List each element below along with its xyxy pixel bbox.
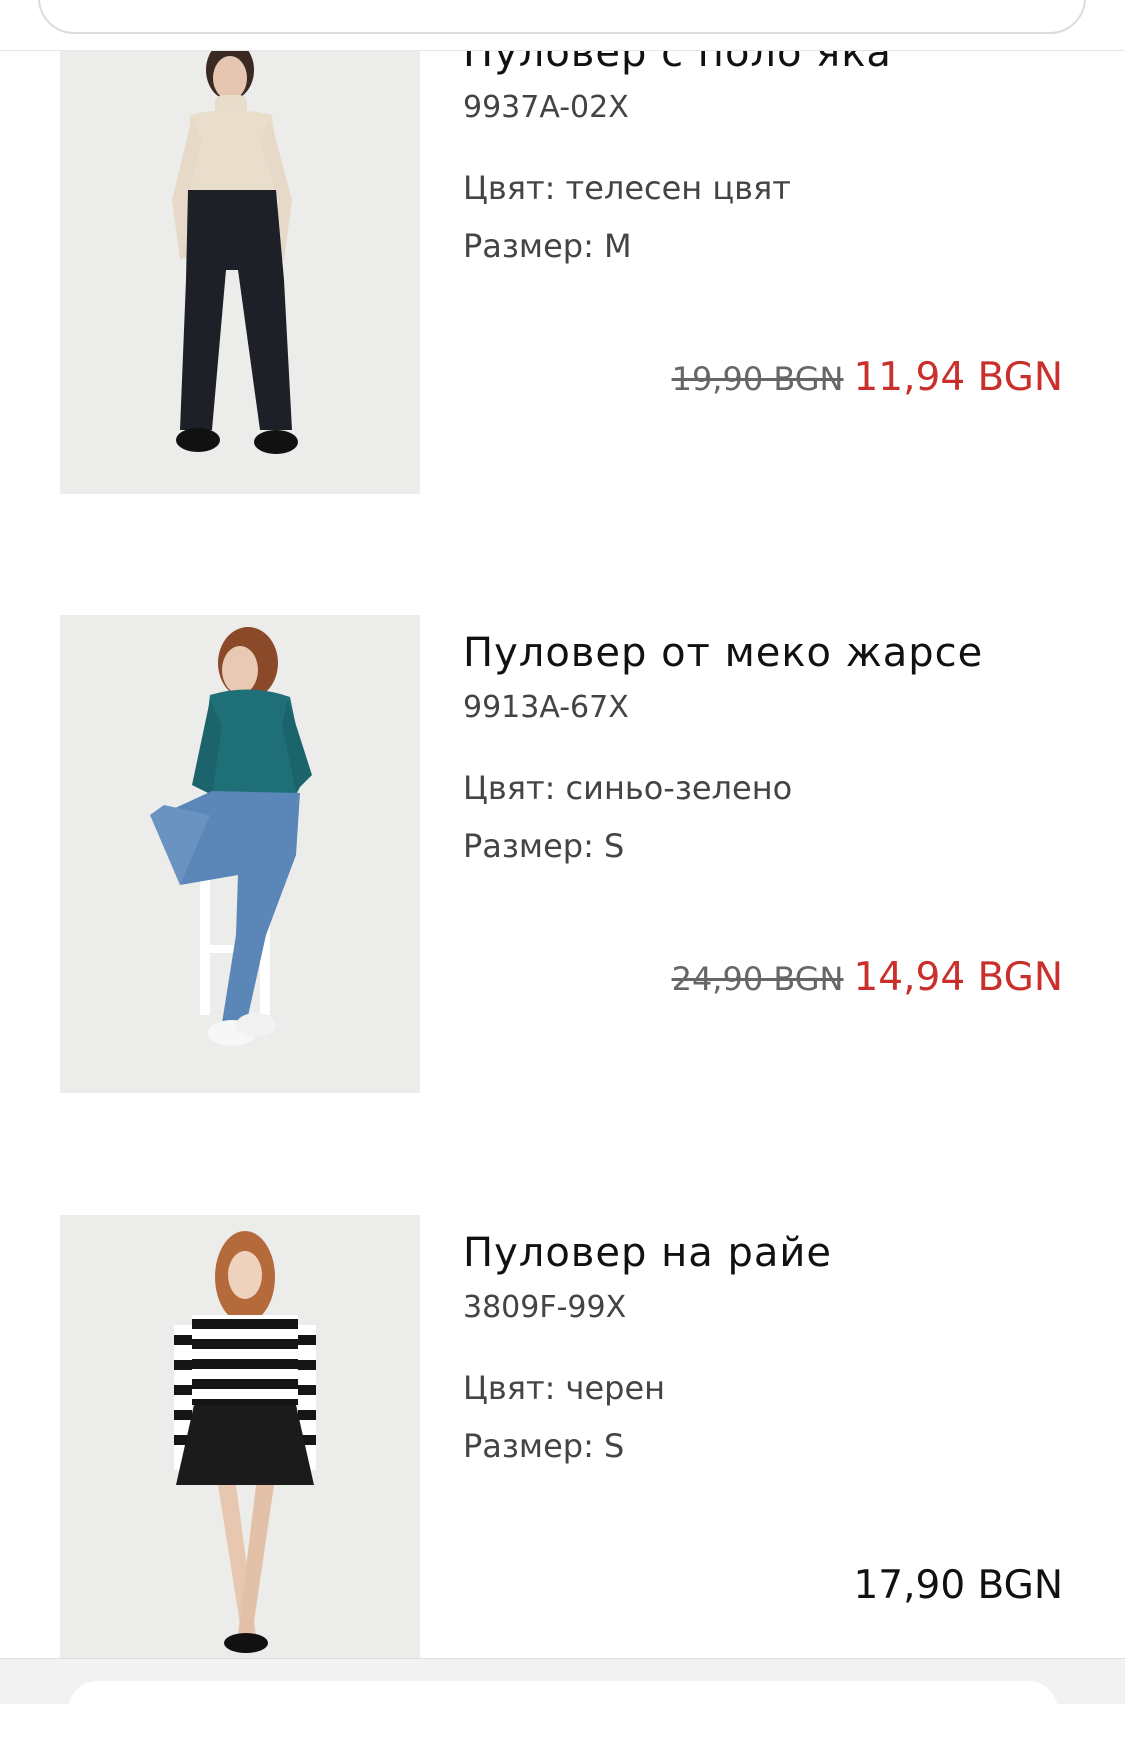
product-color: Цвят: телесен цвят: [463, 169, 791, 207]
product-color: Цвят: черен: [463, 1369, 666, 1407]
product-photo-teal-sweater: [60, 615, 420, 1093]
product-image[interactable]: [60, 1215, 420, 1658]
product-info: Пуловер от меко жарсе 9913A-67X Цвят: си…: [463, 630, 1063, 865]
bottom-bar: [0, 1658, 1125, 1741]
bottom-action-pill[interactable]: [68, 1681, 1058, 1741]
price-row: 24,90 BGN 14,94 BGN: [672, 955, 1063, 1000]
product-color: Цвят: синьо-зелено: [463, 769, 793, 807]
old-price: 24,90 BGN: [671, 960, 844, 998]
product-size: Размер: M: [463, 227, 632, 265]
product-info: Пуловер на райе 3809F-99X Цвят: черен Ра…: [463, 1230, 1063, 1465]
old-price: 19,90 BGN: [671, 360, 844, 398]
product-code: 9937A-02X: [463, 90, 629, 125]
search-field[interactable]: [38, 0, 1086, 34]
product-title[interactable]: Пуловер на райе: [463, 1230, 1063, 1276]
sale-price: 11,94 BGN: [853, 355, 1063, 400]
product-image[interactable]: [60, 50, 420, 494]
price-row: 17,90 BGN: [853, 1563, 1063, 1608]
product-title[interactable]: Пуловер от меко жарсе: [463, 630, 1063, 676]
product-photo-striped-sweater: [60, 1215, 420, 1658]
product-code: 9913A-67X: [463, 690, 629, 725]
product-image[interactable]: [60, 615, 420, 1093]
price-row: 19,90 BGN 11,94 BGN: [672, 355, 1063, 400]
top-search-bar: [0, 0, 1125, 51]
price: 17,90 BGN: [853, 1563, 1063, 1608]
sale-price: 14,94 BGN: [853, 955, 1063, 1000]
product-size: Размер: S: [463, 827, 625, 865]
product-size: Размер: S: [463, 1427, 625, 1465]
product-photo-turtleneck: [60, 50, 420, 494]
product-info: Пуловер с поло яка 9937A-02X Цвят: телес…: [463, 30, 1063, 265]
product-code: 3809F-99X: [463, 1290, 627, 1325]
